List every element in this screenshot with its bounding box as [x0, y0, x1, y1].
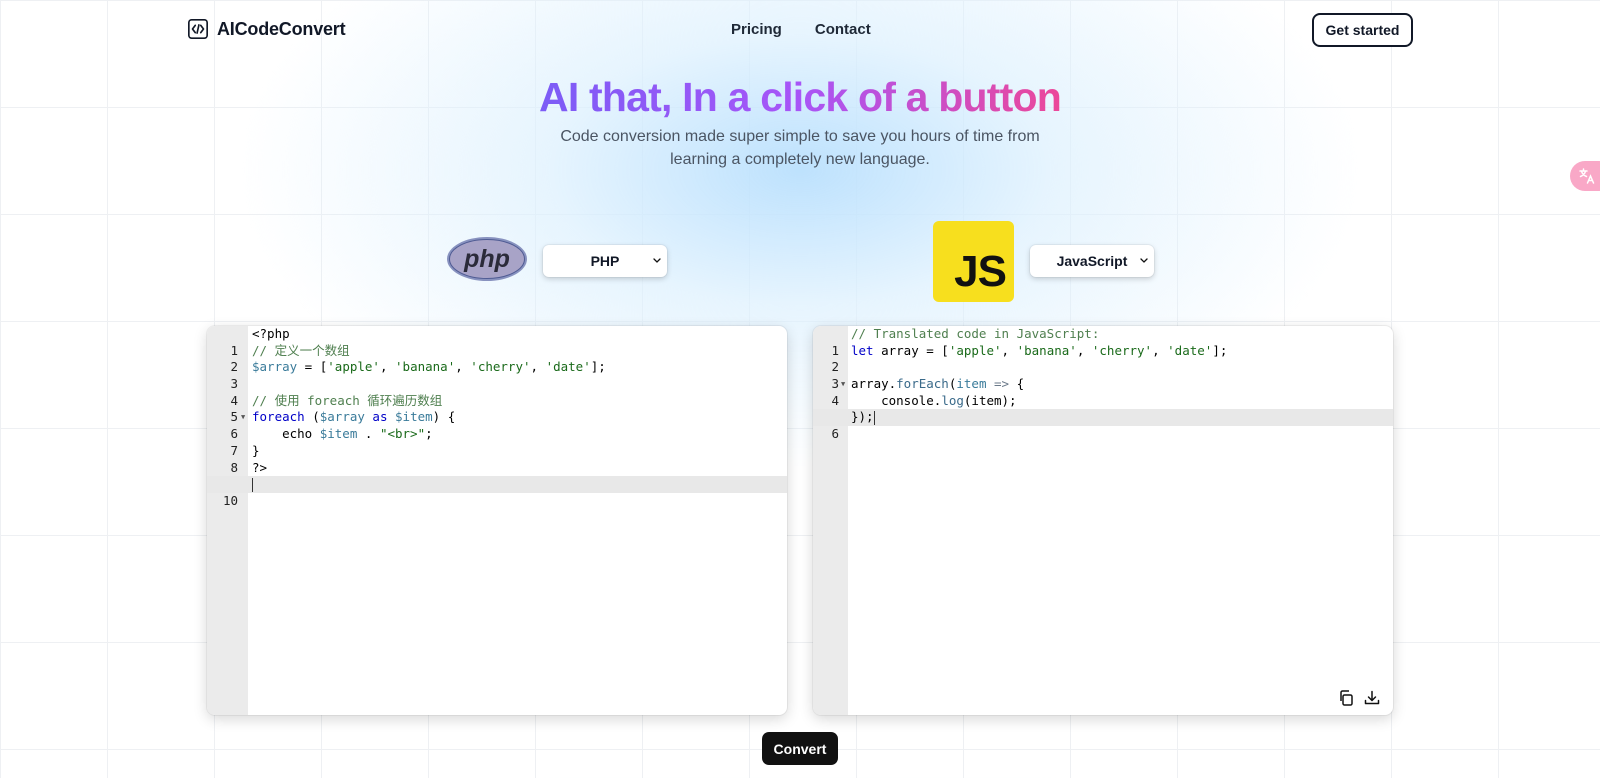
code-text: ?> — [252, 459, 268, 475]
code-text: ]; — [1212, 342, 1228, 358]
code-line: 3 $array = ['apple', 'banana', 'cherry',… — [207, 359, 787, 391]
code-text: ) { — [432, 409, 456, 425]
code-variable: $array — [252, 359, 298, 375]
code-line: 5 console.log(item); — [813, 392, 1393, 425]
code-text: }); — [851, 409, 874, 425]
code-line-active: 10 — [207, 476, 787, 508]
code-text: array. — [851, 376, 897, 392]
code-text: ; — [425, 426, 433, 442]
code-text: ]; — [590, 359, 606, 375]
get-started-button[interactable]: Get started — [1312, 13, 1413, 47]
hero-subtitle: Code conversion made super simple to sav… — [560, 128, 1040, 168]
hero-title: AI that, In a click of a button — [0, 74, 1600, 121]
target-language-value: JavaScript — [1056, 253, 1128, 269]
copy-icon[interactable] — [1337, 689, 1355, 707]
code-text: . — [357, 426, 380, 442]
code-string: 'banana' — [395, 359, 456, 375]
line-number: 6 — [831, 426, 839, 442]
source-language-select[interactable]: PHP — [543, 245, 667, 277]
code-variable: $array — [319, 409, 365, 425]
code-function: log — [941, 392, 964, 408]
code-keyword: as — [364, 409, 396, 425]
php-logo-text: php — [463, 245, 510, 273]
code-text: (item); — [963, 392, 1017, 408]
code-line: 3 — [813, 359, 1393, 391]
code-text: } — [252, 442, 260, 458]
code-line: 8 } — [207, 442, 787, 475]
code-line: 5 // 使用 foreach 循环遍历数组 — [207, 392, 787, 425]
target-language-select[interactable]: JavaScript — [1030, 245, 1154, 277]
code-comment: // 定义一个数组 — [252, 342, 350, 358]
code-keyword: let — [851, 342, 874, 358]
hero-title-text: AI that, In a click of a button — [539, 74, 1062, 120]
code-line: 1 // Translated code in JavaScript: — [813, 326, 1393, 358]
code-line: 4 — [207, 376, 787, 408]
logo-text: AICodeConvert — [217, 18, 346, 39]
code-line: 6 ▼ foreach ($array as $item) { — [207, 409, 787, 441]
code-function: forEach — [896, 376, 949, 392]
nav-contact-link[interactable]: Contact — [815, 21, 871, 38]
code-line: 2 let array = ['apple', 'banana', 'cherr… — [813, 342, 1393, 375]
code-line: 2 // 定义一个数组 — [207, 342, 787, 375]
editor-actions — [1337, 689, 1381, 707]
chevron-down-icon — [653, 258, 661, 263]
chevron-down-icon — [1140, 258, 1148, 263]
line-number: 10 — [222, 492, 238, 508]
nav-pricing-link[interactable]: Pricing — [731, 21, 782, 38]
text-cursor — [873, 410, 875, 425]
code-string: 'cherry' — [470, 359, 531, 375]
download-icon[interactable] — [1363, 689, 1381, 707]
code-brackets-icon — [188, 19, 208, 39]
main-nav: Pricing Contact — [731, 21, 871, 38]
code-keyword: foreach — [252, 409, 305, 425]
code-string: "<br>" — [379, 426, 426, 442]
code-comment: // 使用 foreach 循环遍历数组 — [252, 392, 443, 408]
code-text: console. — [851, 392, 942, 408]
translate-fab[interactable] — [1570, 161, 1600, 191]
code-parameter: item — [956, 376, 987, 392]
source-code-editor[interactable]: 1 <?php 2 // 定义一个数组 3 $array = ['apple',… — [207, 326, 787, 715]
code-line: 9 ?> — [207, 459, 787, 492]
code-string: 'cherry' — [1091, 342, 1153, 358]
code-string: 'date' — [545, 359, 591, 375]
code-string: 'apple' — [327, 359, 380, 375]
code-string: 'apple' — [948, 342, 1002, 358]
source-language-value: PHP — [590, 253, 620, 269]
text-cursor — [252, 477, 253, 492]
code-text: echo — [252, 426, 320, 442]
code-operator: => — [986, 376, 1017, 392]
code-variable: $item — [395, 409, 433, 425]
code-text: ( — [304, 409, 320, 425]
code-comment: // Translated code in JavaScript: — [851, 326, 1100, 341]
fold-toggle-icon[interactable]: ▼ — [241, 409, 245, 426]
site-header: AICodeConvert Pricing Contact Get starte… — [0, 0, 1600, 60]
code-variable: $item — [319, 426, 358, 442]
site-logo[interactable]: AICodeConvert — [187, 18, 346, 40]
code-line-active: 6 }); — [813, 409, 1393, 441]
translate-icon — [1579, 168, 1595, 184]
code-text: { — [1016, 376, 1025, 392]
fold-toggle-icon[interactable]: ▼ — [841, 376, 845, 393]
php-logo: php — [447, 237, 527, 281]
code-string: 'banana' — [1016, 342, 1077, 358]
code-line: 1 <?php — [207, 326, 787, 358]
convert-button[interactable]: Convert — [762, 732, 838, 765]
code-text: <?php — [252, 326, 290, 341]
code-text: array = [ — [873, 342, 949, 358]
javascript-logo: JS — [933, 221, 1014, 302]
code-line: 7 echo $item . "<br>"; — [207, 426, 787, 458]
code-line: 4 ▼ array.forEach(item => { — [813, 376, 1393, 408]
code-text: = [ — [297, 359, 328, 375]
target-code-editor[interactable]: 1 // Translated code in JavaScript: 2 le… — [813, 326, 1393, 715]
code-string: 'date' — [1167, 342, 1213, 358]
javascript-logo-text: JS — [954, 247, 1007, 296]
